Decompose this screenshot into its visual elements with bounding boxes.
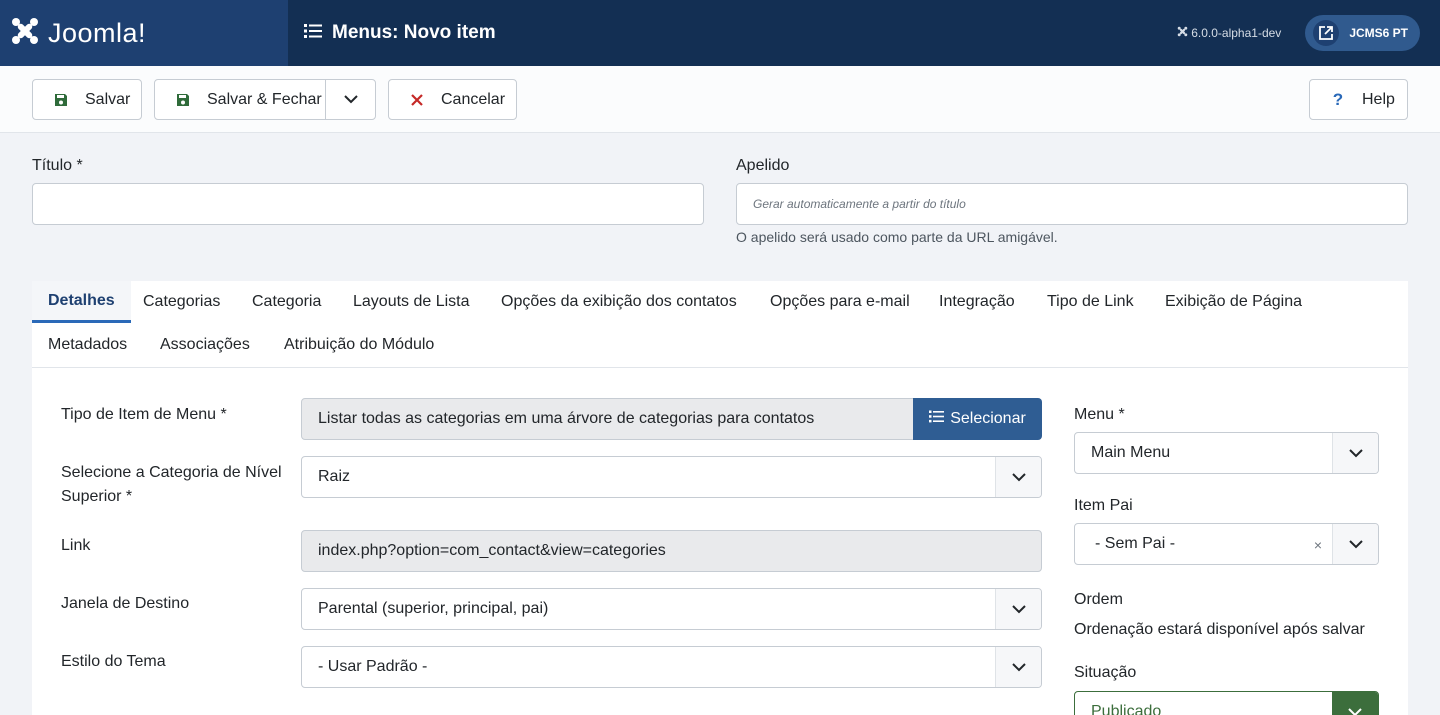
template-style-value: - Usar Padrão -	[318, 658, 428, 675]
target-window-value: Parental (superior, principal, pai)	[318, 600, 549, 617]
tab-categoria[interactable]: Categoria	[236, 281, 337, 323]
list-icon	[304, 23, 322, 44]
app-header: Joomla! Menus: Novo item 6.0.0-alpha1-de…	[0, 0, 1440, 66]
joomla-logo[interactable]: Joomla!	[0, 0, 288, 66]
list-icon	[929, 410, 945, 428]
logo-text: Joomla!	[48, 17, 147, 48]
status-label: Situação	[1074, 664, 1137, 681]
tab-exibicao-de-pagina[interactable]: Exibição de Página	[1149, 281, 1318, 323]
alias-label: Apelido	[736, 157, 790, 174]
tab-metadados[interactable]: Metadados	[32, 324, 143, 366]
status-select[interactable]: Publicado	[1074, 691, 1379, 715]
title-label: Título *	[32, 157, 83, 174]
save-close-label: Salvar & Fechar	[207, 90, 322, 108]
select-button-label: Selecionar	[950, 410, 1026, 427]
floppy-disk-icon	[173, 93, 193, 107]
target-window-label: Janela de Destino	[61, 595, 190, 612]
chevron-down-icon	[995, 589, 1041, 629]
cancel-button[interactable]: Cancelar	[388, 79, 517, 120]
parent-category-select[interactable]: Raiz	[301, 456, 1042, 498]
version-info: 6.0.0-alpha1-dev	[1177, 26, 1281, 40]
site-name: JCMS6 PT	[1349, 26, 1408, 40]
external-link-icon	[1313, 20, 1340, 46]
select-menu-type-button[interactable]: Selecionar	[913, 398, 1042, 440]
toolbar: Salvar Salvar & Fechar Cancelar ? Help	[0, 66, 1440, 133]
joomla-small-icon	[1177, 26, 1188, 40]
menu-value: Main Menu	[1091, 444, 1171, 461]
menu-item-type-label: Tipo de Item de Menu *	[61, 406, 227, 423]
parent-item-label: Item Pai	[1074, 497, 1133, 514]
tab-tipo-de-link[interactable]: Tipo de Link	[1031, 281, 1150, 323]
menu-item-type-value: Listar todas as categorias em uma árvore…	[318, 410, 815, 427]
title-input[interactable]	[32, 183, 704, 225]
save-dropdown-toggle[interactable]	[326, 80, 375, 119]
tab-atribuicao-modulo[interactable]: Atribuição do Módulo	[268, 324, 450, 366]
link-field: index.php?option=com_contact&view=catego…	[301, 530, 1042, 572]
parent-item-value: - Sem Pai -	[1095, 535, 1176, 552]
menu-label: Menu *	[1074, 406, 1125, 423]
menu-select[interactable]: Main Menu	[1074, 432, 1379, 474]
alias-help-text: O apelido será usado como parte da URL a…	[736, 229, 1058, 245]
parent-item-select[interactable]: - Sem Pai - ×	[1074, 523, 1379, 565]
chevron-down-icon	[343, 91, 358, 109]
tab-layouts-de-lista[interactable]: Layouts de Lista	[337, 281, 486, 323]
link-label: Link	[61, 537, 91, 554]
close-icon	[407, 93, 427, 106]
floppy-disk-icon	[51, 93, 71, 107]
status-value: Publicado	[1091, 703, 1162, 715]
template-style-label: Estilo do Tema	[61, 653, 166, 670]
ordering-text: Ordenação estará disponível após salvar	[1074, 621, 1365, 638]
help-button[interactable]: ? Help	[1309, 79, 1408, 120]
page-title: Menus: Novo item	[332, 22, 496, 43]
menu-item-type-field: Listar todas as categorias em uma árvore…	[301, 398, 914, 440]
link-value: index.php?option=com_contact&view=catego…	[318, 542, 666, 559]
tab-integracao[interactable]: Integração	[923, 281, 1031, 323]
tab-bar: Detalhes Categorias Categoria Layouts de…	[32, 281, 1408, 368]
tab-associacoes[interactable]: Associações	[144, 324, 266, 366]
tabs-panel: Detalhes Categorias Categoria Layouts de…	[32, 281, 1408, 715]
chevron-down-icon	[1332, 692, 1378, 715]
tab-categorias[interactable]: Categorias	[127, 281, 236, 323]
version-text: 6.0.0-alpha1-dev	[1191, 26, 1282, 40]
template-style-select[interactable]: - Usar Padrão -	[301, 646, 1042, 688]
target-window-select[interactable]: Parental (superior, principal, pai)	[301, 588, 1042, 630]
joomla-logo-icon	[10, 16, 40, 51]
ordering-label: Ordem	[1074, 591, 1123, 608]
help-label: Help	[1362, 90, 1395, 108]
view-site-button[interactable]: JCMS6 PT	[1305, 15, 1420, 51]
chevron-down-icon	[1332, 433, 1378, 473]
parent-category-value: Raiz	[318, 468, 351, 485]
chevron-down-icon	[995, 647, 1041, 687]
question-mark-icon: ?	[1332, 89, 1344, 109]
cancel-label: Cancelar	[441, 90, 506, 108]
tab-opcoes-exibicao-contatos[interactable]: Opções da exibição dos contatos	[485, 281, 753, 323]
clear-icon[interactable]: ×	[1314, 537, 1322, 553]
save-label: Salvar	[85, 90, 131, 108]
save-close-button[interactable]: Salvar & Fechar	[155, 80, 327, 119]
chevron-down-icon	[995, 457, 1041, 497]
tab-detalhes[interactable]: Detalhes	[32, 281, 131, 323]
save-button[interactable]: Salvar	[32, 79, 142, 120]
chevron-down-icon	[1332, 524, 1378, 564]
tab-opcoes-email[interactable]: Opções para e-mail	[754, 281, 926, 323]
alias-placeholder: Gerar automaticamente a partir do título	[753, 197, 966, 211]
save-close-group: Salvar & Fechar	[154, 79, 376, 120]
parent-category-label: Selecione a Categoria de Nível Superior …	[61, 464, 282, 505]
alias-input[interactable]: Gerar automaticamente a partir do título	[736, 183, 1408, 225]
